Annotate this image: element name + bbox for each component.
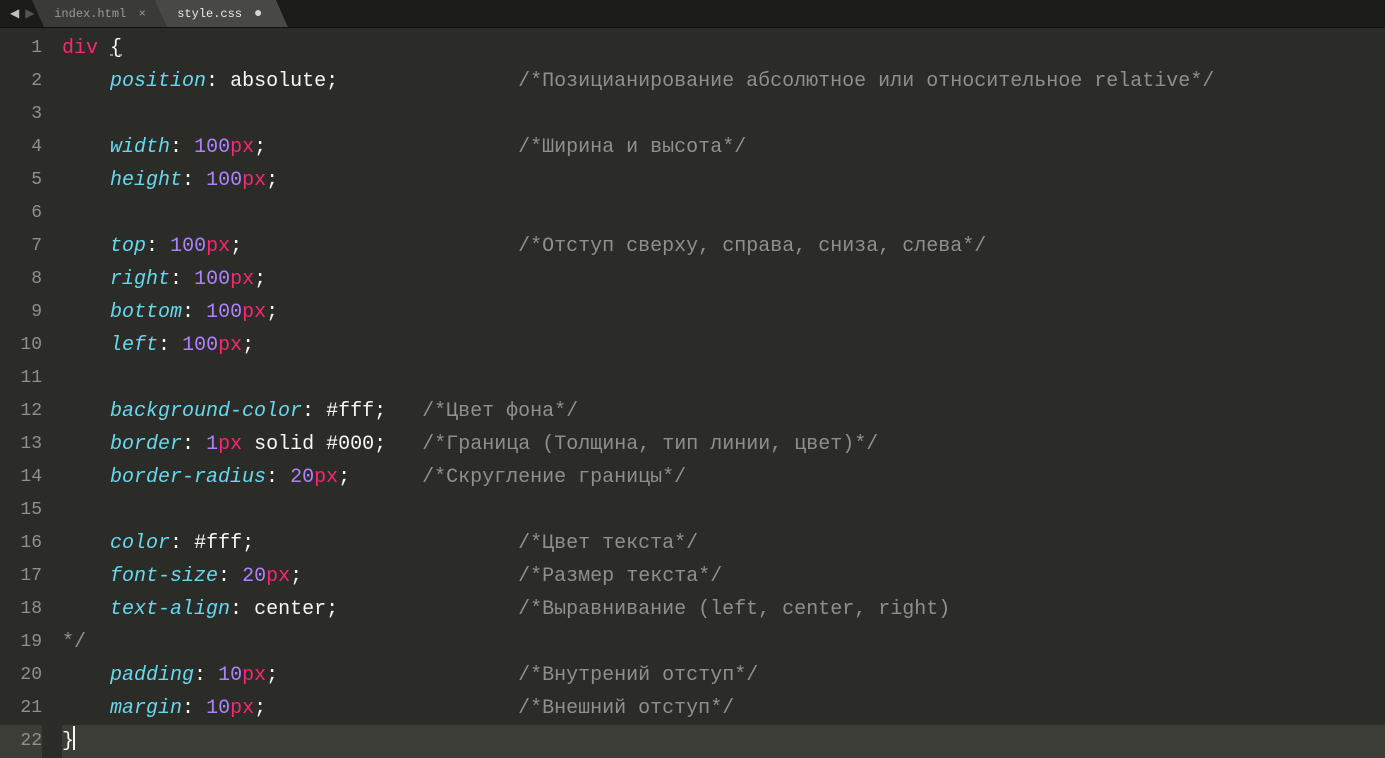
line-number: 22 — [0, 725, 42, 758]
line-number: 2 — [0, 65, 42, 98]
tab-label: style.css — [177, 7, 242, 21]
line-number: 20 — [0, 659, 42, 692]
code-line[interactable]: border-radius: 20px; /*Скругление границ… — [62, 461, 1385, 494]
line-number: 13 — [0, 428, 42, 461]
line-number: 9 — [0, 296, 42, 329]
line-number: 17 — [0, 560, 42, 593]
line-number: 21 — [0, 692, 42, 725]
code-line[interactable]: div { — [62, 32, 1385, 65]
editor[interactable]: 12345678910111213141516171819202122 div … — [0, 28, 1385, 754]
line-number: 18 — [0, 593, 42, 626]
history-back-icon[interactable]: ◀ — [10, 6, 19, 21]
line-number: 8 — [0, 263, 42, 296]
code-line[interactable]: background-color: #fff; /*Цвет фона*/ — [62, 395, 1385, 428]
code-line[interactable]: font-size: 20px; /*Размер текста*/ — [62, 560, 1385, 593]
code-line[interactable] — [62, 362, 1385, 395]
line-number: 3 — [0, 98, 42, 131]
tab-style-css[interactable]: style.css ● — [155, 0, 289, 27]
line-gutter: 12345678910111213141516171819202122 — [0, 28, 52, 754]
line-number: 6 — [0, 197, 42, 230]
code-line[interactable]: text-align: center; /*Выравнивание (left… — [62, 593, 1385, 626]
tab-bar: ◀ ▶ index.html × style.css ● — [0, 0, 1385, 28]
code-line[interactable]: height: 100px; — [62, 164, 1385, 197]
code-line[interactable]: color: #fff; /*Цвет текста*/ — [62, 527, 1385, 560]
line-number: 4 — [0, 131, 42, 164]
code-line[interactable]: bottom: 100px; — [62, 296, 1385, 329]
close-icon[interactable]: × — [136, 7, 148, 21]
code-line[interactable]: right: 100px; — [62, 263, 1385, 296]
code-area[interactable]: div { position: absolute; /*Позицианиров… — [52, 28, 1385, 754]
code-line[interactable] — [62, 98, 1385, 131]
code-line[interactable]: } — [62, 725, 1385, 758]
code-line[interactable]: position: absolute; /*Позицианирование а… — [62, 65, 1385, 98]
dirty-indicator-icon: ● — [252, 8, 264, 20]
code-line[interactable]: margin: 10px; /*Внешний отступ*/ — [62, 692, 1385, 725]
line-number: 5 — [0, 164, 42, 197]
history-forward-icon[interactable]: ▶ — [25, 6, 34, 21]
code-line[interactable]: padding: 10px; /*Внутрений отступ*/ — [62, 659, 1385, 692]
line-number: 11 — [0, 362, 42, 395]
code-line[interactable] — [62, 197, 1385, 230]
line-number: 16 — [0, 527, 42, 560]
code-line[interactable]: width: 100px; /*Ширина и высота*/ — [62, 131, 1385, 164]
line-number: 1 — [0, 32, 42, 65]
line-number: 19 — [0, 626, 42, 659]
line-number: 12 — [0, 395, 42, 428]
code-line[interactable]: top: 100px; /*Отступ сверху, справа, сни… — [62, 230, 1385, 263]
code-line[interactable]: left: 100px; — [62, 329, 1385, 362]
code-line[interactable]: */ — [62, 626, 1385, 659]
line-number: 15 — [0, 494, 42, 527]
tab-label: index.html — [54, 7, 126, 21]
code-line[interactable] — [62, 494, 1385, 527]
text-cursor — [73, 726, 75, 750]
tab-index-html[interactable]: index.html × — [32, 0, 173, 27]
line-number: 7 — [0, 230, 42, 263]
code-line[interactable]: border: 1px solid #000; /*Граница (Толщи… — [62, 428, 1385, 461]
tab-bar-empty — [283, 0, 1385, 27]
line-number: 10 — [0, 329, 42, 362]
line-number: 14 — [0, 461, 42, 494]
